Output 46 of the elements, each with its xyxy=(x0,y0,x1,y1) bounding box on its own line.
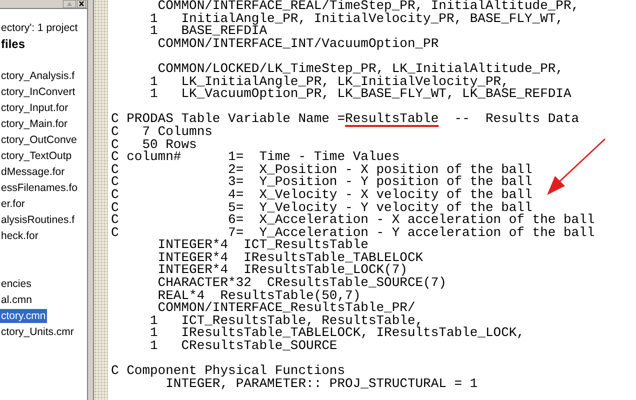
code-line: 1 ICT_ResultsTable, ResultsTable, xyxy=(149,314,424,328)
code-line: C 7= Y_Acceleration - Y acceleration of the ball xyxy=(111,226,596,240)
tree-item[interactable]: alysisRoutines.f xyxy=(0,213,76,227)
code-line: C Component Physical Functions xyxy=(111,365,346,378)
code-line: 1 IResultsTable_TABLELOCK, IResultsTable_LOCK, xyxy=(149,327,526,340)
code-line: INTEGER*4 IResultsTable_LOCK(7) xyxy=(156,264,408,278)
tree-item[interactable]: ctory_TextOutp xyxy=(0,149,73,163)
tree-item[interactable]: ectory': 1 project xyxy=(0,21,79,35)
code-line: COMMON/INTERFACE_ResultsTable_PR/ xyxy=(156,302,416,315)
tree-item[interactable]: ctory_Units.cmr xyxy=(0,325,75,339)
code-line: INTEGER*4 ICT_ResultsTable xyxy=(156,239,368,252)
code-line: 1 CResultsTable_SOURCE xyxy=(149,340,338,353)
annotation-arrow xyxy=(545,138,607,198)
code-line: C 3= Y_Position - Y position of the ball xyxy=(111,176,534,189)
code-line: INTEGER, PARAMETER:: PROJ_STRUCTURAL = 1 xyxy=(166,378,479,390)
tree-item[interactable]: dMessage.for xyxy=(0,165,66,179)
code-line: 1 LK_VacuumOption_PR, LK_BASE_FLY_WT, LK_BASE_REFDIA xyxy=(149,88,572,101)
code-line: C PRODAS Table Variable Name =ResultsTable -- Results Data xyxy=(111,113,580,126)
code-line: C 2= X_Position - X position of the ball xyxy=(111,164,534,176)
code-line: C 4= X_Velocity - X velocity of the ball xyxy=(111,188,534,202)
code-line: C 6= X_Acceleration - X acceleration of the ball xyxy=(111,214,596,227)
tree-item[interactable]: er.for xyxy=(0,197,26,211)
tree-item[interactable]: heck.for xyxy=(0,229,40,243)
code-line: COMMON/LOCKED/LK_TimeStep_PR, LK_InitialAltitude_PR, xyxy=(156,62,564,76)
code-line: CHARACTER*32 CResultsTable_SOURCE(7) xyxy=(156,277,448,290)
tree-item[interactable]: ctory_Analysis.f xyxy=(0,69,76,83)
code-line: C 50 Rows xyxy=(111,138,198,152)
code-line: INTEGER*4 IResultsTable_TABLELOCK xyxy=(156,252,424,264)
code-line: C 7 Columns xyxy=(111,126,214,139)
tree-item[interactable]: al.cmn xyxy=(0,293,33,307)
tree-item[interactable]: encies xyxy=(0,277,32,291)
tree-item[interactable]: essFilenames.fo xyxy=(0,181,78,195)
close-icon[interactable] xyxy=(77,0,86,8)
code-line: REAL*4 ResultsTable(50,7) xyxy=(156,290,361,302)
code-line: COMMON/INTERFACE_INT/VacuumOption_PR xyxy=(156,38,440,50)
code-line: C 5= Y_Velocity - Y velocity of the ball xyxy=(111,202,534,214)
tree-item[interactable]: ctory_Input.for xyxy=(0,101,70,115)
tree-item[interactable]: files xyxy=(0,37,26,51)
code-line: 1 InitialAngle_PR, InitialVelocity_PR, BASE_FLY_WT, xyxy=(149,12,564,26)
tree-item[interactable]: ctory_OutConve xyxy=(0,133,78,147)
tree-item[interactable]: ctory_Main.for xyxy=(0,117,69,131)
tree-item[interactable]: ctory_InConvert xyxy=(0,85,76,99)
code-line: 1 BASE_REFDIA xyxy=(149,25,268,38)
code-line: C column# 1= Time - Time Values xyxy=(111,151,400,164)
code-line: 1 LK_InitialAngle_PR, LK_InitialVelocity_PR, xyxy=(149,76,509,88)
tree-item[interactable]: ctory.cmn xyxy=(0,309,47,323)
